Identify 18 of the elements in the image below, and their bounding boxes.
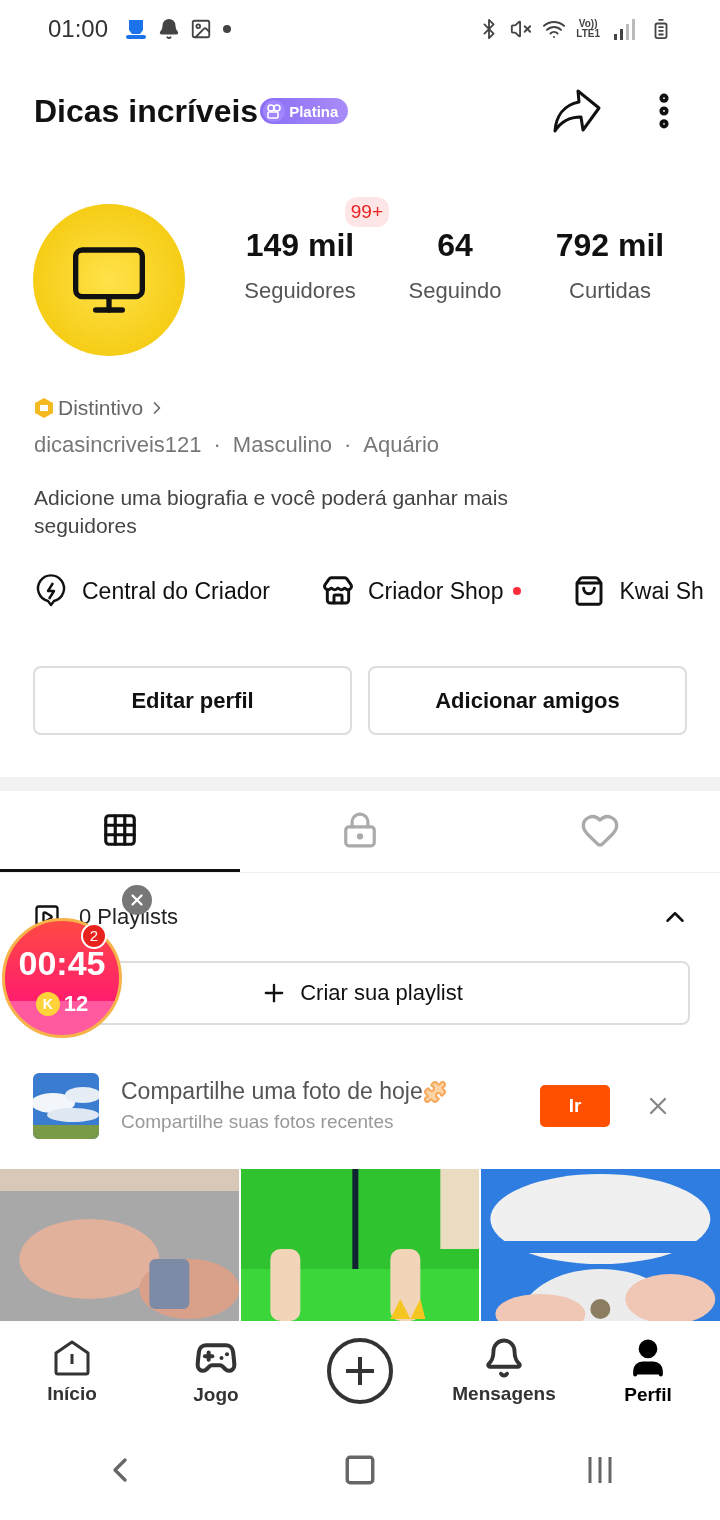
profile-detail: Masculino	[232, 432, 332, 459]
bio-text: Adicione uma biografia e você poderá ganhar mais seguidores	[34, 485, 509, 540]
suggestion-subtitle: Compartilhe suas fotos recentes	[121, 1111, 395, 1134]
profile-name: Dicas incríveis	[34, 92, 259, 130]
clock: 01:00	[48, 14, 109, 43]
profile-detail: Aquário	[363, 432, 440, 459]
notification-badge: 99+	[344, 196, 389, 227]
coin-count: 12	[63, 991, 89, 1018]
suggestion-title: Compartilhe uma foto de hoje	[121, 1078, 423, 1106]
separator-dot: ·	[213, 432, 221, 459]
stat-value: 64	[437, 226, 473, 264]
network-label: LTE1	[576, 28, 600, 39]
profile-detail: dicasincriveis121	[34, 432, 202, 459]
stat-value: 149 mil	[245, 226, 355, 264]
stat-value: 792 mil	[555, 226, 665, 264]
coin-icon: K	[35, 992, 60, 1017]
separator-dot: ·	[343, 432, 352, 459]
volte-label: Vo))	[578, 18, 598, 29]
